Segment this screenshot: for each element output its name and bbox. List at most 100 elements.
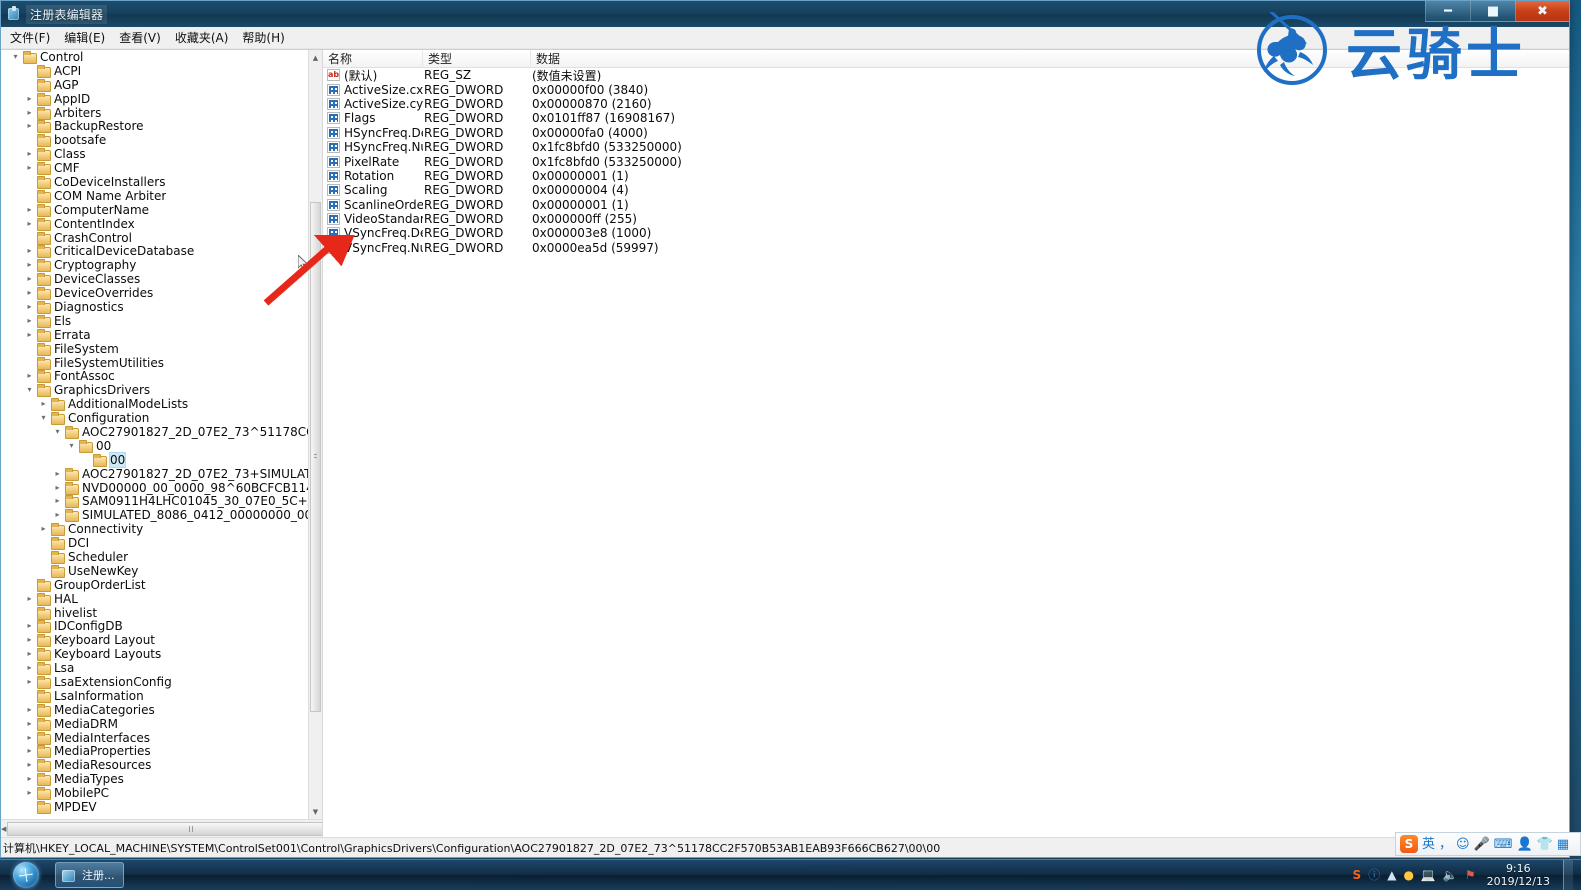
tree-node[interactable]: ▸ Arbiters	[1, 106, 308, 120]
tree-node[interactable]: ▾ Configuration	[1, 411, 308, 425]
tree-node[interactable]: ▸ Cryptography	[1, 258, 308, 272]
tree-node[interactable]: ▸ MediaProperties	[1, 744, 308, 758]
table-row[interactable]: HSyncFreq.Nu...REG_DWORD 0x1fc8bfd0 (5332…	[323, 140, 1569, 154]
window-titlebar[interactable]: 注册表编辑器 ━ ■ ✖	[1, 1, 1569, 27]
tree-node[interactable]: ▸ FontAssoc	[1, 369, 308, 383]
ime-punctuation-icon[interactable]: ，	[1439, 838, 1452, 851]
chevron-right-icon[interactable]: ▸	[23, 247, 36, 255]
tree-node[interactable]: ▾ GraphicsDrivers	[1, 383, 308, 397]
chevron-right-icon[interactable]: ▸	[23, 219, 36, 228]
chevron-right-icon[interactable]: ▸	[23, 94, 36, 103]
menu-edit[interactable]: 编辑(E)	[57, 27, 112, 48]
chevron-right-icon[interactable]: ▸	[23, 122, 36, 130]
chevron-right-icon[interactable]: ▸	[23, 664, 36, 672]
chevron-down-icon[interactable]: ▾	[51, 427, 64, 436]
chevron-right-icon[interactable]: ▸	[51, 483, 64, 492]
sogou-logo-icon[interactable]: S	[1400, 835, 1418, 853]
menu-help[interactable]: 帮助(H)	[235, 27, 291, 48]
column-header-data[interactable]: 数据	[531, 50, 1431, 68]
tree-node[interactable]: ▸ Els	[1, 314, 308, 328]
scroll-up-icon[interactable]: ▲	[309, 50, 322, 65]
chevron-right-icon[interactable]: ▸	[37, 525, 50, 533]
tree-node[interactable]: ▸ Errata	[1, 328, 308, 342]
ime-skin-icon[interactable]: 👕	[1537, 838, 1553, 851]
chevron-right-icon[interactable]: ▸	[23, 733, 36, 742]
start-button[interactable]	[3, 861, 49, 890]
tree-node[interactable]: · bootsafe	[1, 133, 308, 147]
chevron-right-icon[interactable]: ▸	[23, 705, 36, 714]
tree-node[interactable]: · LsaInformation	[1, 689, 308, 703]
chevron-right-icon[interactable]: ▸	[23, 372, 36, 380]
tree-node[interactable]: ▸ BackupRestore	[1, 119, 308, 133]
tree-node[interactable]: ▸ MobilePC	[1, 786, 308, 800]
tree-node[interactable]: ▸ Diagnostics	[1, 300, 308, 314]
chevron-right-icon[interactable]: ▸	[23, 719, 36, 728]
chevron-right-icon[interactable]: ▸	[51, 469, 64, 478]
table-row[interactable]: Flags REG_DWORD 0x0101ff87 (16908167)	[323, 111, 1569, 125]
ime-toolbox-icon[interactable]: ▦	[1557, 838, 1569, 851]
sogou-ime-bar[interactable]: S 英 ， ☺ 🎤 ⌨ 👤 👕 ▦	[1395, 832, 1581, 856]
ime-language-icon[interactable]: 英	[1422, 838, 1435, 851]
tree-node[interactable]: · GroupOrderList	[1, 578, 308, 592]
chevron-right-icon[interactable]: ▸	[23, 678, 36, 686]
tree-horizontal-scrollbar[interactable]: ◀ ▶	[1, 819, 322, 837]
column-header-name[interactable]: 名称	[323, 50, 423, 68]
tree-node[interactable]: · FileSystemUtilities	[1, 356, 308, 370]
registry-value-list[interactable]: 名称 类型 数据 (默认)REG_SZ(数值未设置)ActiveSize.cxR…	[323, 50, 1569, 837]
chevron-right-icon[interactable]: ▸	[23, 650, 36, 658]
chevron-down-icon[interactable]: ▾	[37, 414, 50, 422]
ime-voice-icon[interactable]: 🎤	[1474, 838, 1490, 851]
tray-update-icon[interactable]: ●	[1403, 869, 1413, 881]
chevron-right-icon[interactable]: ▸	[23, 775, 36, 783]
tree-node[interactable]: ▸ MediaCategories	[1, 703, 308, 717]
menu-view[interactable]: 查看(V)	[112, 27, 168, 48]
chevron-down-icon[interactable]: ▾	[65, 441, 78, 450]
chevron-right-icon[interactable]: ▸	[51, 497, 64, 505]
ime-emoji-icon[interactable]: ☺	[1456, 838, 1470, 851]
ime-user-icon[interactable]: 👤	[1517, 838, 1533, 851]
table-row[interactable]: Rotation REG_DWORD 0x00000001 (1)	[323, 169, 1569, 183]
tree-node[interactable]: · 00	[1, 451, 308, 468]
tree-node[interactable]: ▸ CriticalDeviceDatabase	[1, 244, 308, 258]
chevron-right-icon[interactable]: ▸	[23, 622, 36, 630]
chevron-right-icon[interactable]: ▸	[23, 594, 36, 603]
maximize-button[interactable]: ■	[1470, 1, 1515, 22]
tree-node[interactable]: · CoDeviceInstallers	[1, 175, 308, 189]
tree-node[interactable]: ▸ MediaTypes	[1, 772, 308, 786]
show-desktop-button[interactable]	[1563, 859, 1573, 890]
tree-node[interactable]: · AGP	[1, 78, 308, 92]
tree-node[interactable]: ▸ HAL	[1, 592, 308, 606]
chevron-right-icon[interactable]: ▸	[23, 275, 36, 283]
chevron-right-icon[interactable]: ▸	[23, 330, 36, 339]
tree-hscroll-thumb[interactable]	[7, 821, 322, 836]
tree-node[interactable]: ▸ IDConfigDB	[1, 619, 308, 633]
tree-node[interactable]: ▸ MediaInterfaces	[1, 731, 308, 745]
chevron-right-icon[interactable]: ▸	[23, 289, 36, 297]
tree-node[interactable]: · CrashControl	[1, 231, 308, 245]
tree-node[interactable]: ▸ AppID	[1, 92, 308, 106]
chevron-right-icon[interactable]: ▸	[23, 789, 36, 797]
table-row[interactable]: Scaling REG_DWORD 0x00000004 (4)	[323, 183, 1569, 197]
table-row[interactable]: PixelRate REG_DWORD 0x1fc8bfd0 (533250000)	[323, 154, 1569, 169]
table-row[interactable]: VSyncFreq.Nu...REG_DWORD 0x0000ea5d (5999…	[323, 241, 1569, 255]
table-row[interactable]: ScanlineOrderingREG_DWORD 0x00000001 (1)	[323, 198, 1569, 212]
chevron-right-icon[interactable]: ▸	[23, 636, 36, 644]
tree-node[interactable]: · COM Name Arbiter	[1, 189, 308, 203]
tree-node[interactable]: · UseNewKey	[1, 564, 308, 578]
minimize-button[interactable]: ━	[1425, 1, 1470, 22]
tree-node[interactable]: ▾ 00	[1, 439, 308, 453]
tray-overflow-icon[interactable]: ▲	[1387, 869, 1396, 881]
chevron-down-icon[interactable]: ▾	[9, 52, 22, 61]
tree-node[interactable]: · FileSystem	[1, 342, 308, 356]
tree-node[interactable]: ▸ AOC27901827_2D_07E2_73+SIMULATI	[1, 467, 308, 481]
table-row[interactable]: HSyncFreq.Den...REG_DWORD 0x00000fa0 (400…	[323, 126, 1569, 140]
tree-node[interactable]: ▸ LsaExtensionConfig	[1, 675, 308, 689]
tree-node[interactable]: ▸ SAM0911H4LHC01045_30_07E0_5C+A	[1, 494, 308, 508]
menu-favorites[interactable]: 收藏夹(A)	[168, 27, 236, 48]
tree-node[interactable]: · MPDEV	[1, 800, 308, 814]
tree-node[interactable]: ▾ Control	[1, 50, 308, 64]
close-button[interactable]: ✖	[1515, 1, 1569, 22]
chevron-right-icon[interactable]: ▸	[23, 302, 36, 311]
chevron-right-icon[interactable]: ▸	[23, 761, 36, 769]
table-row[interactable]: ActiveSize.cy REG_DWORD 0x00000870 (2160)	[323, 97, 1569, 111]
